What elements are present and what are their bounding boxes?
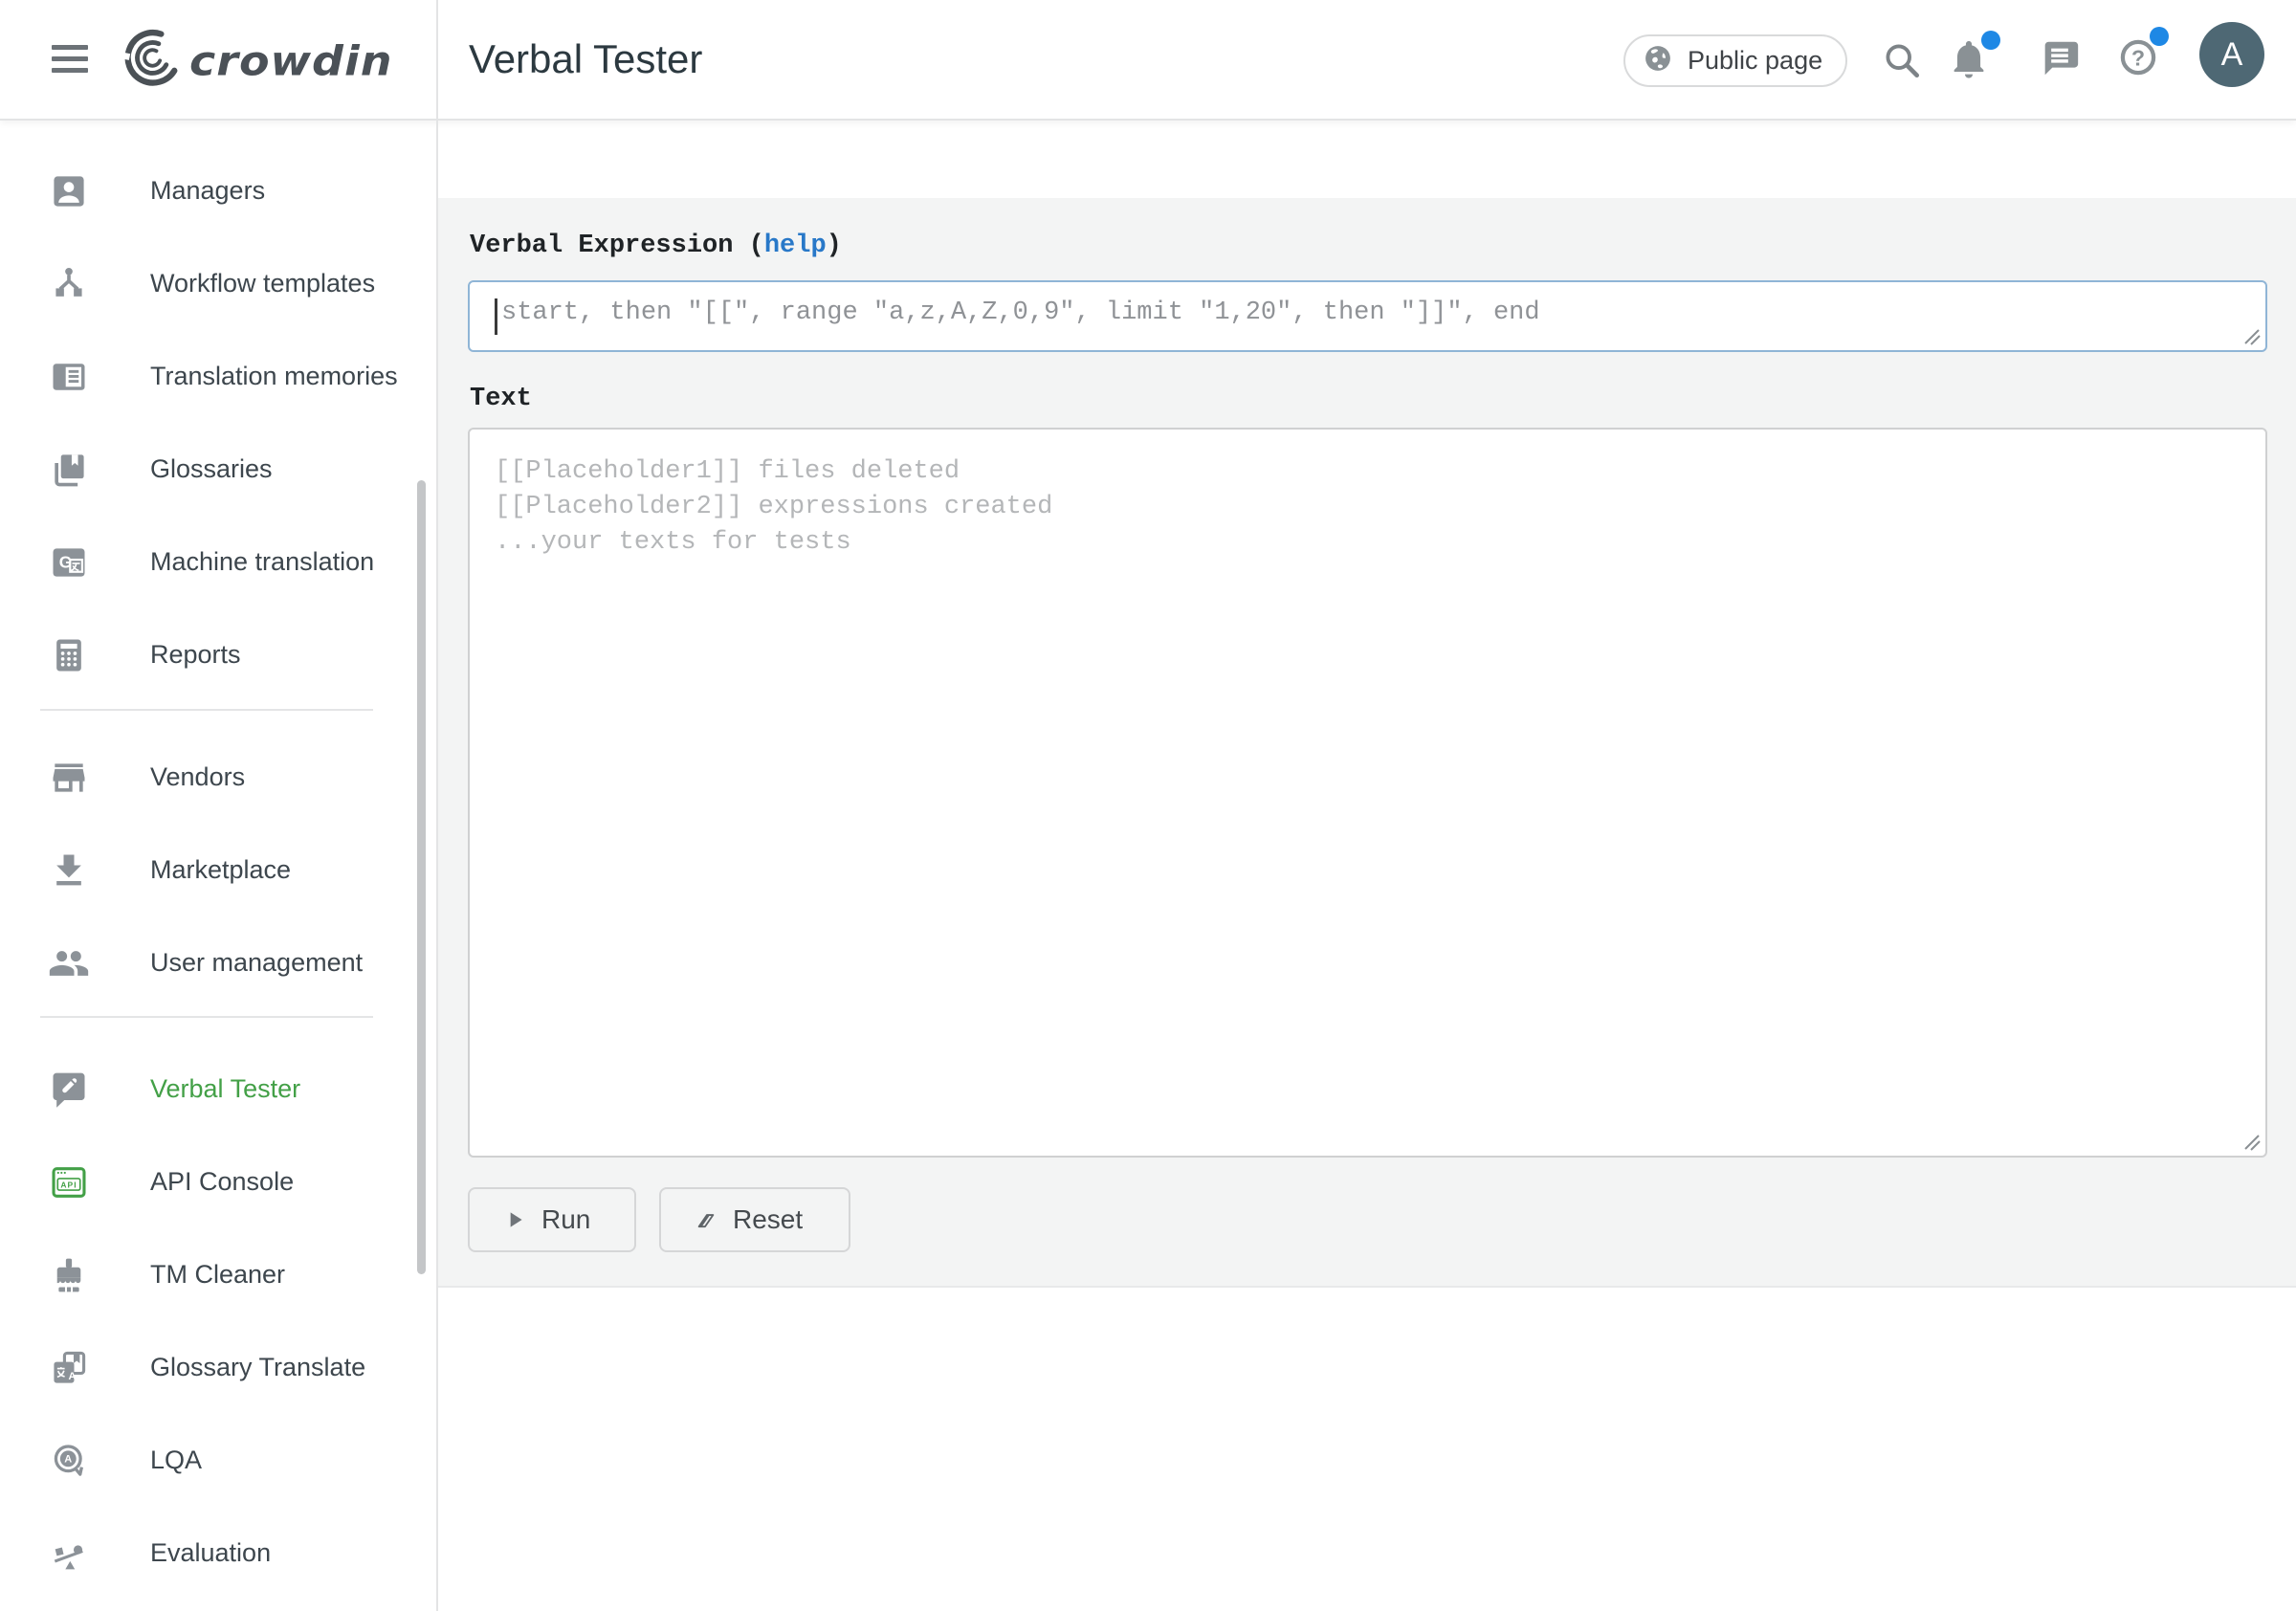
eraser-icon [694, 1207, 718, 1232]
help-icon[interactable]: ? [2116, 35, 2160, 79]
people-icon [48, 942, 90, 984]
notifications-badge-dot [1981, 31, 2000, 50]
svg-text:A: A [64, 1453, 72, 1465]
glossaries-icon [48, 449, 90, 491]
page-title: Verbal Tester [469, 0, 702, 119]
translation-memory-icon [48, 356, 90, 398]
expression-input[interactable] [468, 280, 2267, 352]
public-page-label: Public page [1688, 46, 1822, 76]
search-icon[interactable] [1880, 38, 1924, 82]
store-icon [48, 757, 90, 799]
sidebar-item-user-management[interactable]: User management [0, 916, 436, 1009]
globe-icon [1641, 41, 1675, 80]
svg-text:?: ? [2131, 45, 2145, 70]
sidebar-group-divider [40, 1016, 373, 1018]
expression-label-prefix: Verbal Expression ( [470, 232, 764, 260]
machine-translation-icon: G [48, 541, 90, 584]
sidebar-scrollbar[interactable] [417, 480, 426, 1274]
sidebar-item-api-console[interactable]: API API Console [0, 1136, 436, 1228]
sidebar-item-glossaries[interactable]: Glossaries [0, 423, 436, 516]
notifications-bell-icon[interactable] [1947, 37, 1991, 81]
crowdin-wordmark: crowdin [189, 37, 393, 85]
sidebar-item-marketplace[interactable]: Marketplace [0, 824, 436, 916]
svg-text:A: A [68, 1371, 76, 1382]
run-button[interactable]: Run [468, 1187, 636, 1252]
sidebar-item-machine-translation[interactable]: G Machine translation [0, 516, 436, 608]
brush-icon [48, 1254, 90, 1296]
sidebar-item-glossary-translate[interactable]: A Glossary Translate [0, 1321, 436, 1414]
test-tube-bubble-icon [48, 1069, 90, 1111]
help-badge-dot [2150, 27, 2169, 46]
sidebar-item-lqa[interactable]: A LQA [0, 1414, 436, 1507]
sidebar-item-tm-cleaner[interactable]: TM Cleaner [0, 1228, 436, 1321]
glossary-translate-icon: A [48, 1347, 90, 1389]
avatar[interactable]: A [2199, 22, 2264, 87]
expression-label: Verbal Expression (help) [470, 227, 842, 265]
sidebar-item-reports[interactable]: Reports [0, 608, 436, 701]
public-page-button[interactable]: Public page [1623, 34, 1847, 87]
top-header: crowdin Verbal Tester Public page [0, 0, 2296, 121]
reports-calculator-icon [48, 634, 90, 676]
svg-text:API: API [60, 1180, 77, 1189]
reset-button[interactable]: Reset [659, 1187, 850, 1252]
run-button-label: Run [541, 1204, 590, 1235]
verbal-tester-panel: Verbal Expression (help) Text Run [438, 198, 2296, 1288]
sidebar-item-evaluation[interactable]: Evaluation [0, 1507, 436, 1600]
play-icon [502, 1207, 527, 1232]
text-field-wrap [468, 428, 2267, 1158]
manager-badge-icon [48, 170, 90, 212]
messages-icon[interactable] [2038, 36, 2082, 80]
workflow-icon [48, 263, 90, 305]
text-label: Text [470, 380, 532, 418]
app-root: crowdin Verbal Tester Public page [0, 0, 2296, 1611]
hamburger-menu-icon[interactable] [52, 45, 88, 74]
download-icon [48, 850, 90, 892]
sidebar-item-workflow-templates[interactable]: Workflow templates [0, 237, 436, 330]
sidebar-group-divider [40, 709, 373, 711]
sidebar-item-vendors[interactable]: Vendors [0, 731, 436, 824]
sidebar-item-managers[interactable]: Managers [0, 144, 436, 237]
sidebar-item-verbal-tester[interactable]: Verbal Tester [0, 1043, 436, 1136]
balance-scale-icon [48, 1533, 90, 1575]
sidebar-divider [436, 0, 438, 1611]
expression-field-wrap [468, 280, 2267, 352]
text-caret [495, 298, 497, 335]
help-link[interactable]: help [764, 232, 827, 260]
crowdin-logo-mark-icon [121, 28, 182, 94]
sidebar-nav: Managers Workflow templates [0, 122, 436, 1611]
text-input[interactable] [468, 428, 2267, 1158]
avatar-letter: A [2221, 36, 2243, 74]
crowdin-logo[interactable]: crowdin [121, 28, 393, 94]
sidebar-item-translation-memories[interactable]: Translation memories [0, 330, 436, 423]
lqa-lens-icon: A [48, 1440, 90, 1482]
expression-label-suffix: ) [827, 232, 842, 260]
api-console-icon: API [48, 1161, 90, 1203]
reset-button-label: Reset [733, 1204, 803, 1235]
